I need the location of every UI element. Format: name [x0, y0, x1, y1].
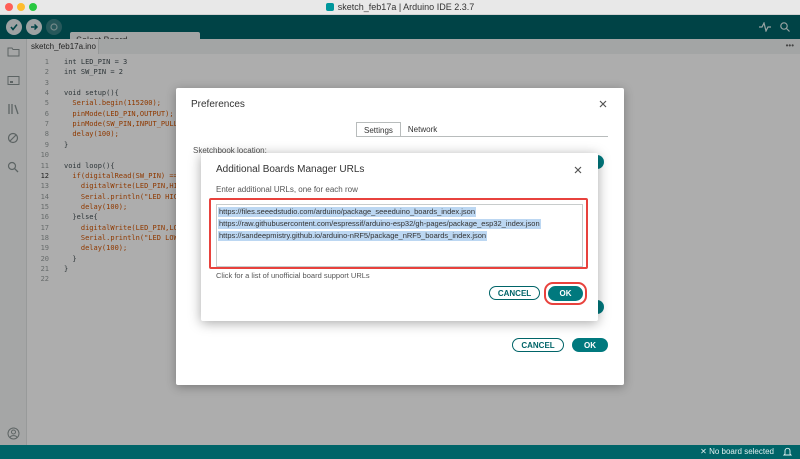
tab-divider [356, 136, 608, 137]
tab-settings[interactable]: Settings [356, 122, 401, 137]
dialog-title: Additional Boards Manager URLs [216, 164, 365, 175]
tab-network[interactable]: Network [401, 122, 444, 137]
unofficial-urls-link[interactable]: Click for a list of unofficial board sup… [216, 271, 370, 280]
dialog-close-button[interactable] [573, 165, 583, 175]
dialog-ok-button[interactable]: OK [548, 286, 583, 301]
url-row: https://sandeepmistry.github.io/arduino-… [218, 231, 488, 241]
url-row: https://files.seeedstudio.com/arduino/pa… [218, 207, 477, 217]
preferences-ok-button[interactable]: OK [572, 338, 608, 352]
preferences-cancel-button[interactable]: CANCEL [512, 338, 564, 352]
board-status: ✕ No board selected [700, 447, 774, 456]
preferences-close-button[interactable] [598, 99, 608, 109]
close-icon [599, 100, 607, 108]
dialog-prompt: Enter additional URLs, one for each row [216, 185, 358, 194]
window-title-bar: sketch_feb17a | Arduino IDE 2.3.7 [0, 0, 800, 15]
boards-manager-urls-dialog: Additional Boards Manager URLs Enter add… [201, 153, 598, 321]
url-row: https://raw.githubusercontent.com/espres… [218, 219, 541, 229]
close-icon [574, 166, 582, 174]
status-bar: ✕ No board selected [0, 445, 800, 459]
notification-icon[interactable] [782, 447, 792, 457]
arduino-file-icon [325, 3, 334, 11]
preferences-tabs: Settings Network [356, 122, 444, 137]
preferences-title: Preferences [191, 99, 245, 110]
urls-textarea[interactable]: https://files.seeedstudio.com/arduino/pa… [216, 204, 583, 267]
dialog-cancel-button[interactable]: CANCEL [489, 286, 540, 300]
window-title: sketch_feb17a | Arduino IDE 2.3.7 [0, 0, 800, 14]
